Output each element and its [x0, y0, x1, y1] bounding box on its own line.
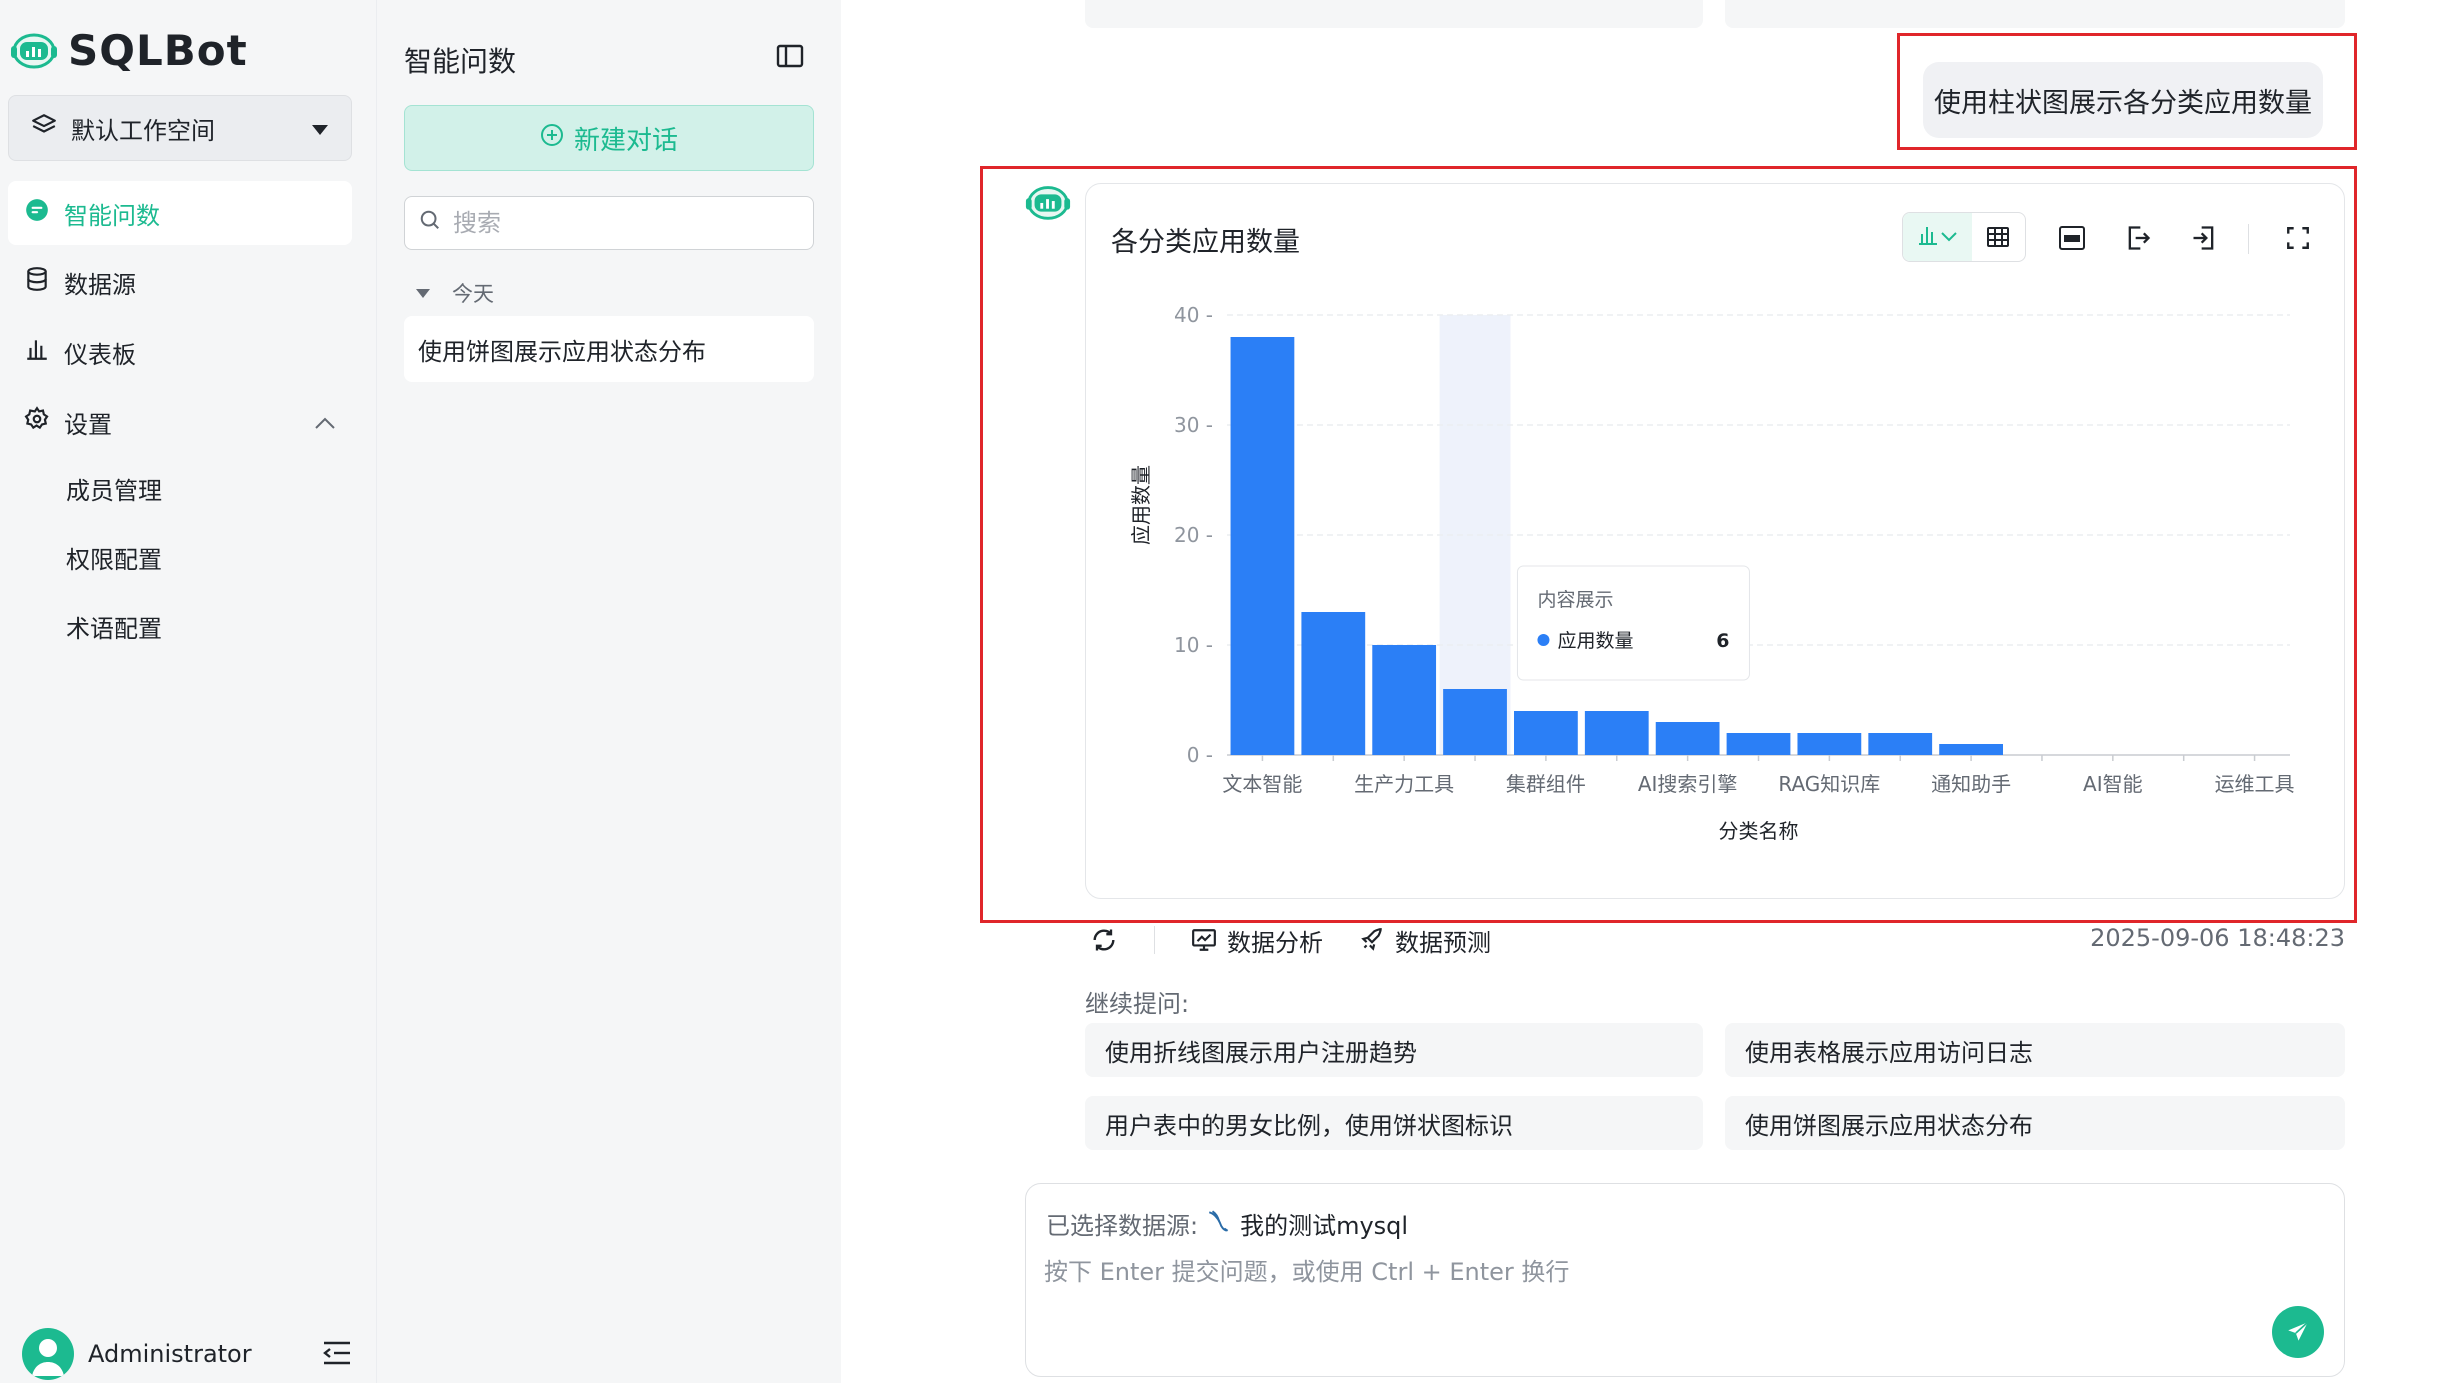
selected-datasource[interactable]: 已选择数据源: 我的测试mysql [1046, 1206, 1408, 1241]
nav-item-smart-query[interactable]: 智能问数 [8, 181, 352, 245]
collapse-menu-icon[interactable] [322, 1340, 352, 1370]
x-tick-label: RAG知识库 [1778, 772, 1880, 796]
robot-logo-icon [8, 24, 60, 76]
chat-bubble-icon [24, 197, 50, 229]
previous-suggestion-peek[interactable] [1085, 0, 1703, 28]
bar[interactable] [1797, 733, 1862, 755]
send-button[interactable] [2272, 1306, 2324, 1358]
y-tick-label: 10 - [1174, 633, 1213, 657]
history-title: 智能问数 [404, 45, 517, 78]
nav-sub-members[interactable]: 成员管理 [66, 466, 162, 510]
plus-circle-icon [540, 123, 564, 154]
sidebar-toggle-icon[interactable] [776, 44, 806, 70]
nav-item-datasource[interactable]: 数据源 [8, 250, 352, 314]
tooltip-title: 内容展示 [1537, 589, 1613, 611]
chart-type-switch[interactable] [1902, 212, 2026, 262]
bar[interactable] [1868, 733, 1933, 755]
chevron-up-icon[interactable] [314, 408, 336, 436]
bar[interactable] [1726, 733, 1791, 755]
gear-icon [24, 406, 50, 438]
x-tick-label: 通知助手 [1931, 772, 2011, 796]
answer-actions: 数据分析 数据预测 [1090, 920, 1527, 960]
history-item[interactable]: 使用饼图展示应用状态分布 [404, 316, 814, 382]
nav-item-dashboard[interactable]: 仪表板 [8, 320, 352, 384]
x-axis-label: 分类名称 [1719, 819, 1799, 843]
export-icon[interactable] [2122, 222, 2154, 254]
tooltip-value: 6 [1716, 630, 1729, 652]
send-icon [2288, 1321, 2309, 1341]
caret-down-icon [311, 114, 329, 142]
toolbar-divider [2248, 224, 2249, 254]
suggestion-item[interactable]: 使用折线图展示用户注册趋势 [1085, 1023, 1703, 1077]
suggestion-item[interactable]: 用户表中的男女比例，使用饼状图标识 [1085, 1096, 1703, 1150]
new-chat-button[interactable]: 新建对话 [404, 105, 814, 171]
user-profile[interactable]: Administrator [22, 1328, 252, 1380]
x-tick-label: 运维工具 [2215, 772, 2295, 796]
bar[interactable] [1514, 711, 1578, 755]
bar[interactable] [1584, 711, 1649, 755]
bar-chart-icon [24, 336, 50, 368]
robot-avatar-icon [1024, 182, 1072, 222]
bar[interactable] [1939, 744, 2003, 755]
regenerate-button[interactable] [1090, 926, 1118, 954]
sql-view-icon[interactable] [2056, 222, 2088, 254]
bar-chart-icon [1916, 223, 1940, 251]
database-icon [24, 266, 50, 298]
actions-divider [1154, 926, 1155, 954]
bar[interactable] [1443, 689, 1507, 755]
search-icon [419, 209, 441, 237]
nav-sub-terms[interactable]: 术语配置 [66, 604, 162, 648]
bar[interactable] [1372, 645, 1437, 755]
workspace-name: 默认工作空间 [71, 116, 215, 145]
y-tick-label: 0 - [1187, 743, 1213, 767]
x-tick-label: AI智能 [2083, 772, 2143, 796]
add-to-dashboard-icon[interactable] [2188, 222, 2220, 254]
table-view-icon[interactable] [1972, 213, 2025, 261]
x-tick-label: 集群组件 [1506, 772, 1586, 796]
layers-icon [31, 112, 57, 144]
history-group-today[interactable]: 今天 [416, 278, 494, 308]
answer-timestamp: 2025-09-06 18:48:23 [2090, 924, 2345, 952]
y-tick-label: 20 - [1174, 523, 1213, 547]
caret-down-icon [416, 288, 430, 298]
history-search[interactable] [404, 196, 814, 250]
app-name: SQLBot [68, 25, 248, 75]
workspace-selector[interactable]: 默认工作空间 [8, 95, 352, 161]
x-tick-label: 生产力工具 [1354, 772, 1454, 796]
data-predict-button[interactable]: 数据预测 [1359, 923, 1491, 958]
chart-title: 各分类应用数量 [1111, 227, 1300, 258]
nav-item-settings[interactable]: 设置 [8, 390, 352, 454]
monitor-chart-icon [1192, 929, 1216, 951]
avatar [22, 1328, 74, 1380]
y-tick-label: 30 - [1174, 413, 1213, 437]
tooltip-dot [1537, 634, 1550, 646]
fullscreen-icon[interactable] [2282, 222, 2314, 254]
previous-suggestion-peek[interactable] [1725, 0, 2345, 28]
suggestion-item[interactable]: 使用表格展示应用访问日志 [1725, 1023, 2345, 1077]
user-message: 使用柱状图展示各分类应用数量 [1923, 62, 2323, 138]
y-axis-label: 应用数量 [1129, 465, 1153, 545]
data-analysis-button[interactable]: 数据分析 [1191, 923, 1323, 958]
bar[interactable] [1301, 612, 1366, 755]
tooltip-series: 应用数量 [1557, 630, 1633, 652]
continue-question-label: 继续提问: [1085, 990, 1190, 1018]
search-input[interactable] [453, 209, 799, 237]
mysql-icon [1206, 1208, 1232, 1240]
chart-type-dropdown[interactable] [1903, 213, 1972, 261]
x-tick-label: 文本智能 [1222, 772, 1302, 796]
bar[interactable] [1655, 722, 1720, 755]
app-logo[interactable]: SQLBot [8, 24, 368, 76]
y-tick-label: 40 - [1174, 303, 1213, 327]
rocket-icon [1361, 928, 1382, 951]
suggestion-item[interactable]: 使用饼图展示应用状态分布 [1725, 1096, 2345, 1150]
chevron-down-icon [1940, 228, 1958, 247]
question-input[interactable] [1044, 1252, 2324, 1312]
bar[interactable] [1230, 337, 1295, 755]
user-name: Administrator [88, 1340, 252, 1368]
tooltip-box [1516, 565, 1750, 681]
x-tick-label: AI搜索引擎 [1638, 772, 1738, 796]
nav-sub-permissions[interactable]: 权限配置 [66, 535, 162, 579]
bar-chart[interactable]: 0 - 10 - 20 - 30 - 40 - 文本智能 生产力工具 集群组件 AI搜索引擎 RA… [1100, 290, 2300, 860]
